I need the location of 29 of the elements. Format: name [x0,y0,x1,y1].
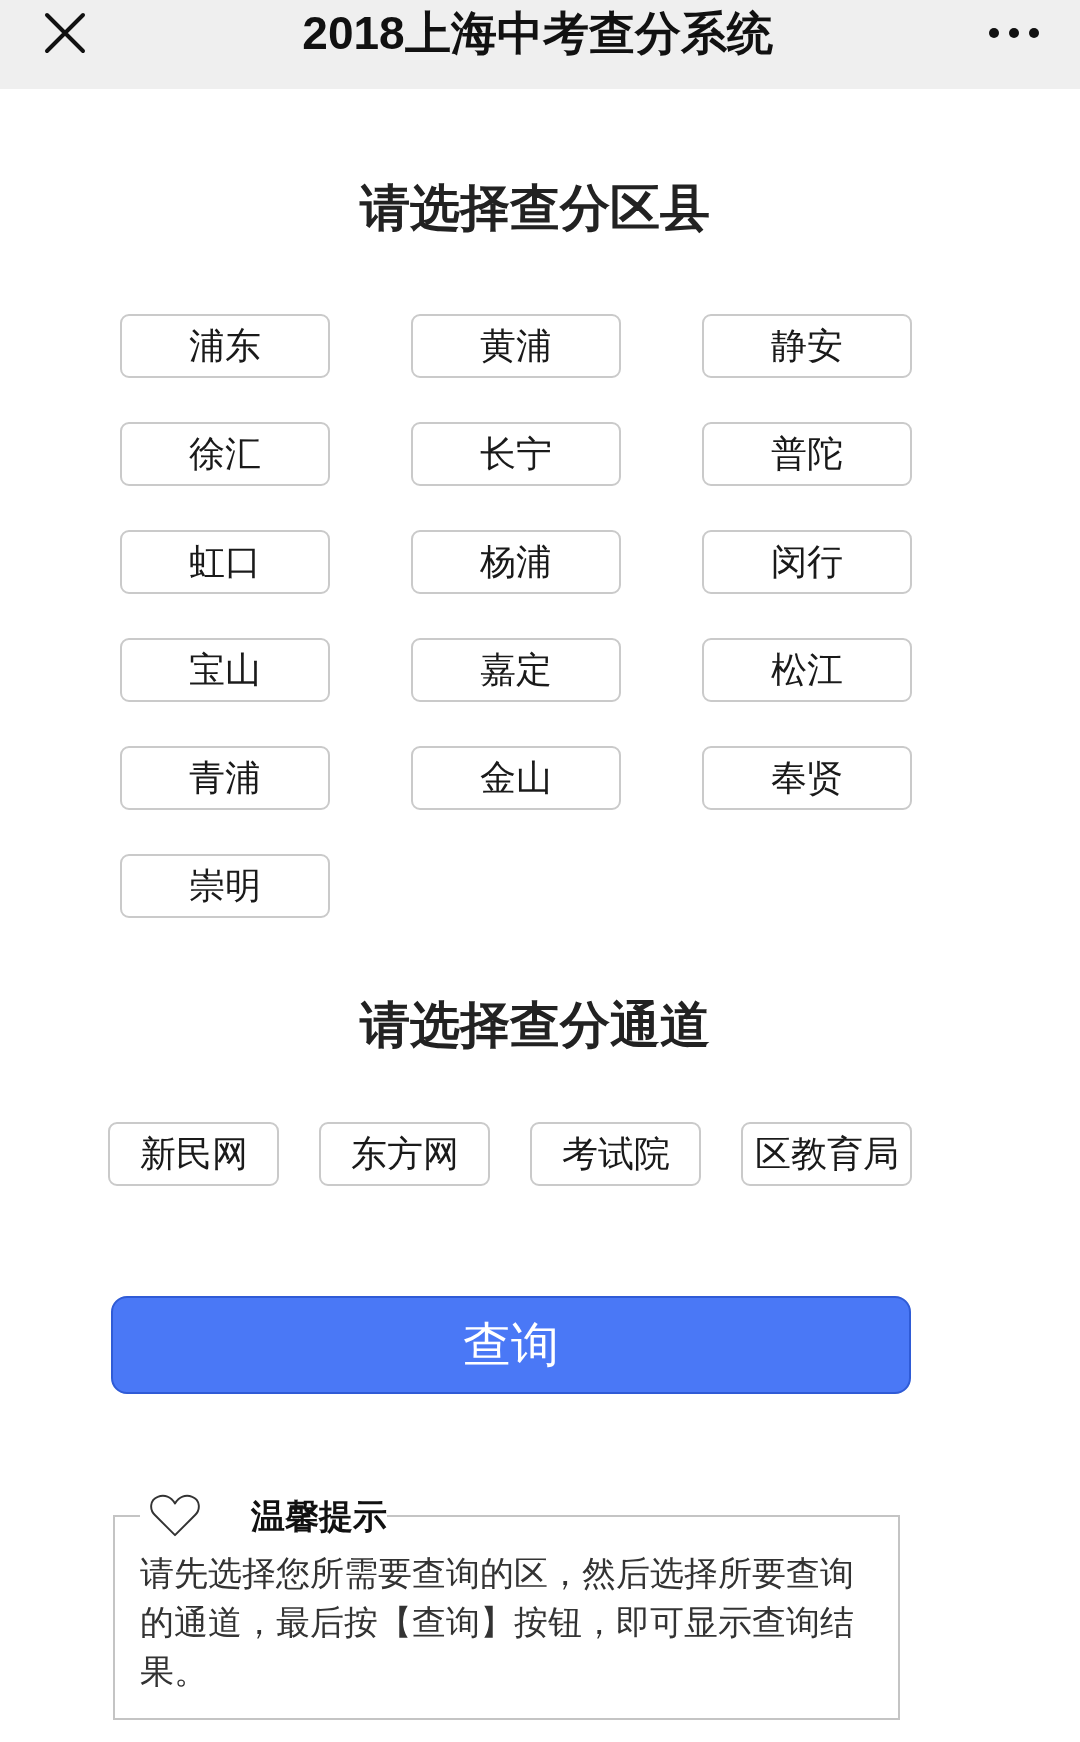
district-button[interactable]: 宝山 [120,638,330,702]
district-button[interactable]: 徐汇 [120,422,330,486]
tips-title: 温馨提示 [251,1495,387,1538]
tips-text: 请先选择您所需要查询的区，然后选择所要查询的通道，最后按【查询】按钮，即可显示查询结果。 [140,1552,855,1693]
query-button[interactable]: 查询 [111,1296,911,1394]
district-button[interactable]: 金山 [411,746,621,810]
district-button[interactable]: 杨浦 [411,530,621,594]
section-heading: 请选择查分通道 [358,995,711,1055]
channel-button[interactable]: 新民网 [108,1122,279,1186]
district-button[interactable]: 长宁 [411,422,621,486]
more-icon[interactable] [989,27,1039,38]
district-button[interactable]: 虹口 [120,530,330,594]
channel-button[interactable]: 区教育局 [741,1122,912,1186]
district-button[interactable]: 奉贤 [702,746,912,810]
district-button[interactable]: 崇明 [120,854,330,918]
channel-button[interactable]: 考试院 [530,1122,701,1186]
district-button[interactable]: 松江 [702,638,912,702]
section-heading: 请选择查分区县 [358,178,711,238]
district-button[interactable]: 青浦 [120,746,330,810]
close-icon[interactable] [44,11,86,54]
district-button[interactable]: 浦东 [120,314,330,378]
heart-icon [148,1493,202,1539]
window-title: 2018上海中考查分系统 [301,5,774,61]
district-button[interactable]: 黄浦 [411,314,621,378]
district-button[interactable]: 闵行 [702,530,912,594]
district-button[interactable]: 静安 [702,314,912,378]
district-button[interactable]: 普陀 [702,422,912,486]
district-button[interactable]: 嘉定 [411,638,621,702]
channel-button[interactable]: 东方网 [319,1122,490,1186]
